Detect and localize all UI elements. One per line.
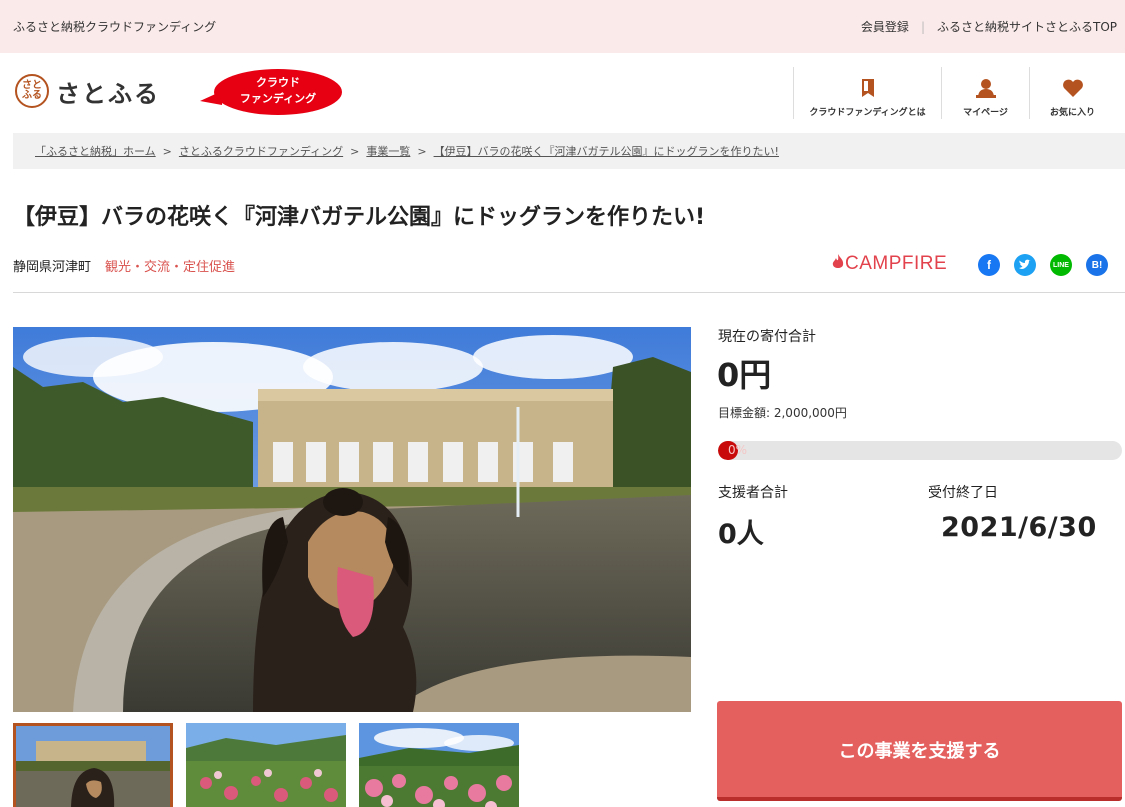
breadcrumb-projects[interactable]: 事業一覧 xyxy=(366,143,410,159)
line-glyph: LINE xyxy=(1053,261,1069,269)
book-icon xyxy=(857,77,879,99)
section-divider xyxy=(13,292,1125,293)
supporters-label: 支援者合計 xyxy=(718,485,788,501)
breadcrumb-crowdfunding[interactable]: さとふるクラウドファンディング xyxy=(179,143,343,159)
nav-about-crowdfunding[interactable]: クラウドファンディングとは xyxy=(793,67,941,119)
breadcrumb-separator: > xyxy=(162,144,172,158)
thumbnail-photo-roses xyxy=(359,723,519,807)
nav-favorites[interactable]: お気に入り xyxy=(1029,67,1115,119)
breadcrumb-separator: > xyxy=(350,144,360,158)
badge-line1: クラウド xyxy=(256,76,300,89)
satofull-logo-mark[interactable]: さと ふる xyxy=(15,74,49,108)
town-name: 静岡県河津町 xyxy=(13,260,92,275)
hatena-glyph: B! xyxy=(1091,259,1103,271)
satofull-top-link[interactable]: ふるさと納税サイトさとふるTOP xyxy=(937,18,1117,35)
top-bar: ふるさと納税クラウドファンディング 会員登録 | ふるさと納税サイトさとふるTO… xyxy=(0,0,1125,53)
register-link[interactable]: 会員登録 xyxy=(861,18,909,35)
nav-mypage-label: マイページ xyxy=(963,108,1008,118)
thumbnail-photo-rose-garden xyxy=(186,723,346,807)
project-meta: 静岡県河津町 観光・交流・定住促進 xyxy=(13,256,235,275)
header-nav: クラウドファンディングとは マイページ お気に入り xyxy=(793,67,1115,119)
badge-line2: ファンディング xyxy=(239,92,317,105)
site-header: さと ふる さとふる クラウド ファンディング クラウドファンディングとは マイ… xyxy=(0,53,1125,131)
breadcrumb-separator: > xyxy=(417,144,427,158)
project-main-image xyxy=(13,327,691,712)
supporters-value: 0人 xyxy=(718,519,764,550)
site-name: ふるさと納税クラウドファンディング xyxy=(13,20,217,34)
breadcrumb-current[interactable]: 【伊豆】バラの花咲く『河津バガテル公園』にドッグランを作りたい! xyxy=(434,143,779,159)
crowdfunding-badge[interactable]: クラウド ファンディング xyxy=(200,69,345,115)
nav-favorites-label: お気に入り xyxy=(1049,108,1095,118)
support-project-button[interactable]: この事業を支援する xyxy=(717,701,1122,801)
badge-text: クラウド ファンディング xyxy=(214,75,342,107)
deadline-value: 2021/6/30 xyxy=(941,512,1097,543)
breadcrumb-home[interactable]: 「ふるさと納税」ホーム xyxy=(35,143,156,159)
campfire-text: CAMPFIRE xyxy=(845,253,948,274)
deadline-label: 受付終了日 xyxy=(928,485,998,501)
funding-progress-bar: 0% xyxy=(718,441,1122,460)
goal-amount: 目標金額: 2,000,000円 xyxy=(718,406,847,420)
thumbnail-3[interactable] xyxy=(359,723,519,807)
top-links: 会員登録 | ふるさと納税サイトさとふるTOP xyxy=(861,18,1117,35)
thumbnail-2[interactable] xyxy=(186,723,346,807)
thumbnail-photo-dog xyxy=(16,726,170,807)
page-title: 【伊豆】バラの花咲く『河津バガテル公園』にドッグランを作りたい! xyxy=(13,205,706,230)
breadcrumb: 「ふるさと納税」ホーム > さとふるクラウドファンディング > 事業一覧 > 【… xyxy=(13,133,1125,169)
bird-icon xyxy=(1019,259,1031,269)
twitter-share-icon[interactable] xyxy=(1014,254,1036,276)
progress-percent: 0% xyxy=(728,443,748,457)
hero-photo xyxy=(13,327,691,712)
total-label: 現在の寄付合計 xyxy=(718,329,816,345)
nav-about-label: クラウドファンディングとは xyxy=(809,108,926,118)
category-link[interactable]: 観光・交流・定住促進 xyxy=(105,256,235,275)
logo-mark-text: さと ふる xyxy=(22,80,42,101)
nav-mypage[interactable]: マイページ xyxy=(941,67,1029,119)
flame-icon xyxy=(832,254,844,268)
total-value: 0円 xyxy=(717,356,772,394)
facebook-glyph: f xyxy=(987,258,991,272)
hatena-bookmark-icon[interactable]: B! xyxy=(1086,254,1108,276)
line-share-icon[interactable]: LINE xyxy=(1050,254,1072,276)
facebook-share-icon[interactable]: f xyxy=(978,254,1000,276)
heart-icon xyxy=(1062,77,1084,99)
thumbnail-1[interactable] xyxy=(13,723,173,807)
link-separator: | xyxy=(920,19,925,34)
user-icon xyxy=(975,77,997,99)
satofull-logo-text[interactable]: さとふる xyxy=(56,74,160,109)
campfire-logo: CAMPFIRE xyxy=(831,253,947,275)
